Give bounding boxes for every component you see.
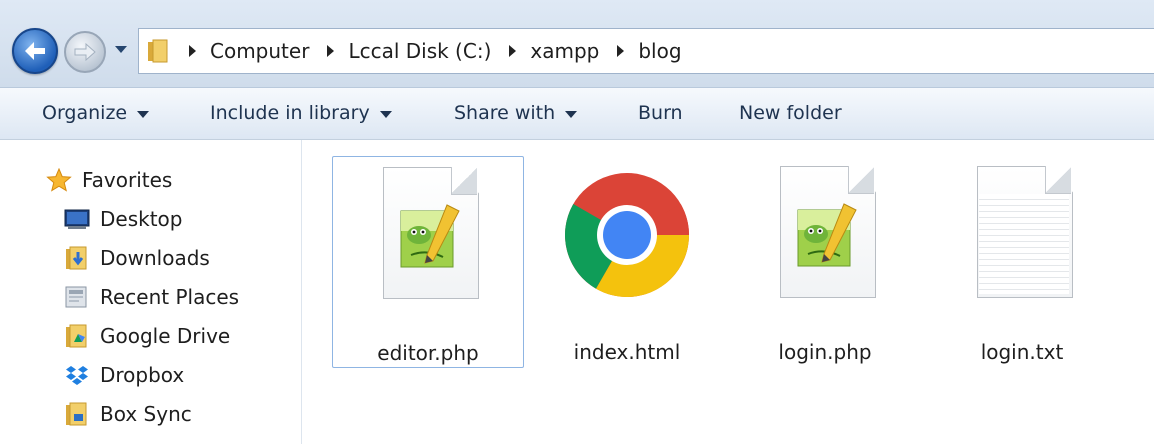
forward-button[interactable] — [64, 31, 106, 73]
file-name: login.php — [778, 340, 872, 364]
recent-places-icon — [64, 285, 90, 309]
downloads-label: Downloads — [100, 246, 210, 270]
box-sync-label: Box Sync — [100, 402, 192, 426]
file-item[interactable]: editor.php — [332, 156, 524, 368]
chevron-down-icon — [565, 110, 578, 118]
address-box[interactable]: Computer Lccal Disk (C:) xampp blog — [138, 28, 1154, 74]
burn-button[interactable]: Burn — [638, 102, 683, 124]
breadcrumb-computer[interactable]: Computer — [210, 39, 309, 63]
desktop-icon — [64, 207, 90, 231]
share-with-button[interactable]: Share with — [454, 102, 578, 124]
dropbox-label: Dropbox — [100, 363, 185, 387]
chevron-down-icon — [137, 110, 150, 118]
include-in-library-button[interactable]: Include in library — [210, 102, 392, 124]
sidebar-item-box-sync[interactable]: Box Sync — [64, 402, 192, 426]
new-folder-button[interactable]: New folder — [739, 102, 842, 124]
sidebar-item-dropbox[interactable]: Dropbox — [64, 363, 184, 387]
file-item[interactable]: index.html — [531, 156, 723, 368]
breadcrumb-blog[interactable]: blog — [638, 39, 681, 63]
favorites-label: Favorites — [82, 168, 173, 192]
breadcrumb-separator-icon[interactable] — [327, 45, 335, 57]
recent-pages-dropdown[interactable] — [115, 46, 127, 53]
navigation-pane: Favorites Desktop Downloads Recent Place… — [0, 140, 302, 444]
desktop-label: Desktop — [100, 207, 183, 231]
file-item[interactable]: login.php — [729, 156, 921, 368]
folder-icon — [147, 39, 171, 63]
sidebar-item-recent-places[interactable]: Recent Places — [64, 285, 239, 309]
organize-button[interactable]: Organize — [42, 102, 150, 124]
breadcrumb-separator-icon[interactable] — [509, 45, 517, 57]
breadcrumb-separator-icon[interactable] — [189, 45, 196, 57]
dropbox-icon — [64, 363, 90, 387]
file-name: index.html — [573, 340, 681, 364]
new-folder-label: New folder — [739, 102, 842, 124]
command-bar: Organize Include in library Share with B… — [0, 88, 1154, 140]
notepadpp-file-icon — [750, 166, 900, 326]
file-list: editor.php index.html login.php login.tx… — [303, 140, 1154, 444]
address-bar-region: Computer Lccal Disk (C:) xampp blog — [0, 0, 1154, 88]
sidebar-item-google-drive[interactable]: Google Drive — [64, 324, 230, 348]
chevron-down-icon — [379, 110, 392, 118]
back-button[interactable] — [12, 28, 58, 74]
file-item[interactable]: login.txt — [926, 156, 1118, 368]
notepadpp-file-icon — [353, 167, 503, 327]
include-in-library-label: Include in library — [210, 102, 370, 124]
file-name: login.txt — [980, 340, 1064, 364]
sidebar-item-downloads[interactable]: Downloads — [64, 246, 210, 270]
google-drive-label: Google Drive — [100, 324, 231, 348]
downloads-folder-icon — [64, 246, 90, 270]
star-icon — [46, 167, 72, 192]
recent-places-label: Recent Places — [100, 285, 240, 309]
sidebar-item-desktop[interactable]: Desktop — [64, 207, 182, 231]
text-file-icon — [947, 166, 1097, 326]
breadcrumb-xampp[interactable]: xampp — [530, 39, 599, 63]
file-name: editor.php — [377, 341, 479, 365]
box-sync-folder-icon — [64, 402, 90, 426]
share-with-label: Share with — [454, 102, 556, 124]
burn-label: Burn — [638, 102, 683, 124]
organize-label: Organize — [42, 102, 128, 124]
breadcrumb-local-disk[interactable]: Lccal Disk (C:) — [348, 39, 491, 63]
back-arrow-icon — [25, 42, 45, 60]
google-drive-icon — [64, 324, 90, 348]
chrome-icon — [552, 166, 702, 326]
sidebar-item-favorites[interactable]: Favorites — [46, 167, 173, 192]
breadcrumb-separator-icon[interactable] — [617, 45, 625, 57]
forward-arrow-icon — [74, 42, 96, 62]
